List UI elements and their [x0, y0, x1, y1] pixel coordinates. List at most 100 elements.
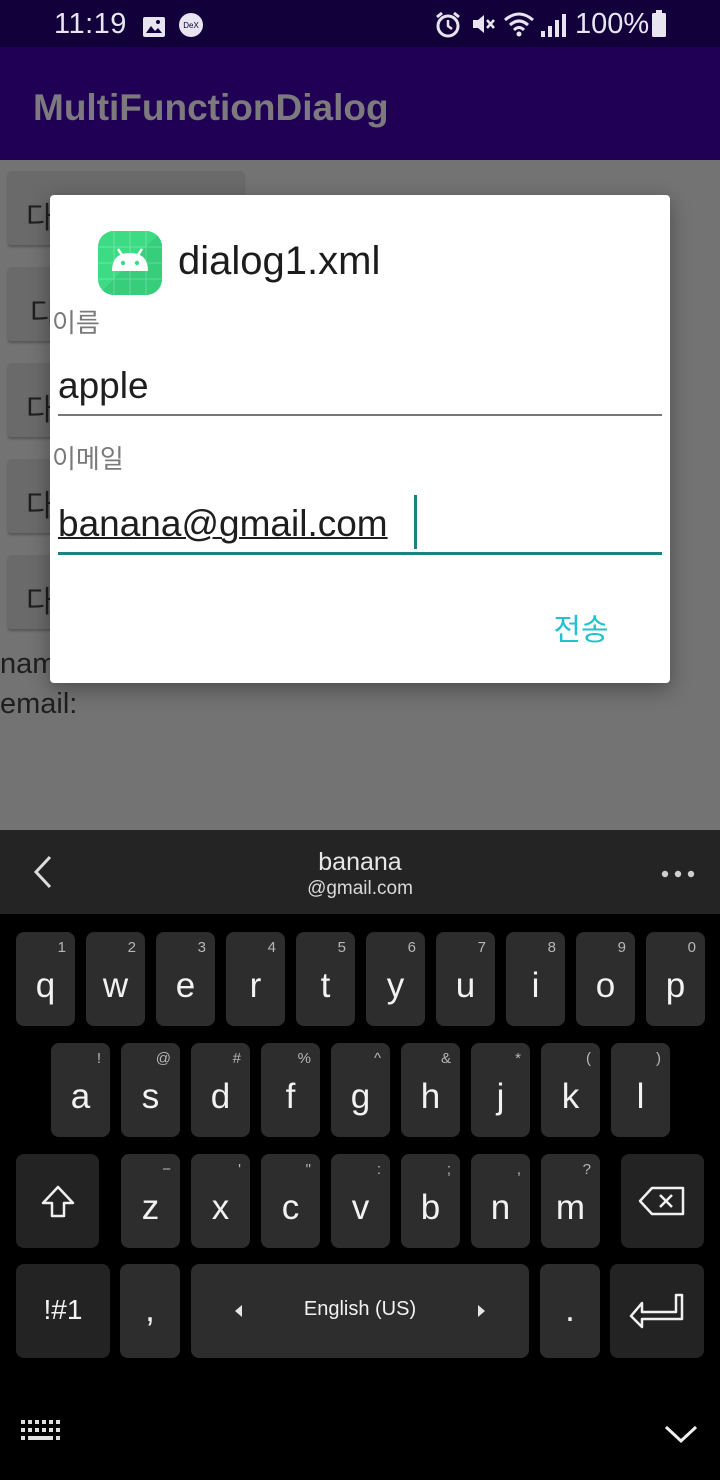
key-n[interactable]: ,n: [471, 1154, 530, 1248]
key-a-label: a: [70, 1077, 91, 1116]
key-c-label: c: [281, 1188, 300, 1227]
key-i[interactable]: 8i: [506, 932, 565, 1026]
gallery-icon: [142, 13, 166, 45]
key-m[interactable]: ? m: [541, 1154, 600, 1248]
key-h-label: h: [420, 1077, 441, 1116]
name-field[interactable]: apple: [58, 365, 149, 407]
suggestion-domain[interactable]: @gmail.com: [0, 878, 720, 900]
key-j[interactable]: * j: [471, 1043, 530, 1137]
key-m-hint: ?: [582, 1161, 591, 1178]
comma-key[interactable]: ,: [120, 1264, 180, 1358]
key-k-label: k: [561, 1077, 580, 1116]
symbols-key[interactable]: !#1: [16, 1264, 110, 1358]
svg-text:DeX: DeX: [183, 21, 199, 30]
key-n-hint: ,: [516, 1161, 521, 1178]
key-f-label: f: [285, 1077, 296, 1116]
more-icon[interactable]: [660, 866, 696, 884]
key-b[interactable]: ; b: [401, 1154, 460, 1248]
key-b-hint: ;: [446, 1161, 451, 1178]
mute-icon: [470, 11, 496, 44]
backspace-key[interactable]: [621, 1154, 704, 1248]
key-n-label: n: [490, 1188, 511, 1227]
key-p-hint: 0: [687, 939, 696, 956]
key-s[interactable]: @ s: [121, 1043, 180, 1137]
key-c[interactable]: " c: [261, 1154, 320, 1248]
key-w-label: w: [102, 966, 129, 1005]
key-h[interactable]: & h: [401, 1043, 460, 1137]
backspace-icon: [638, 1186, 686, 1221]
key-e[interactable]: 3e: [156, 932, 215, 1026]
key-j-hint: *: [515, 1050, 521, 1067]
key-x-label: x: [211, 1188, 230, 1227]
key-g-label: g: [350, 1077, 371, 1116]
input-dialog: dialog1.xml 이름 apple 이메일 banana@gmail.co…: [50, 195, 670, 683]
app-title: MultiFunctionDialog: [33, 87, 389, 128]
keyboard: 1q2w3e4r5t6y7u8i9o0p ! a @ s # d% f ^ g & h * j(k) l …: [0, 914, 720, 1480]
enter-icon: [628, 1292, 684, 1335]
key-i-label: i: [531, 966, 540, 1005]
key-p-label: p: [665, 966, 686, 1005]
key-y-hint: 6: [407, 939, 416, 956]
key-g[interactable]: ^ g: [331, 1043, 390, 1137]
key-o-hint: 9: [617, 939, 626, 956]
key-p[interactable]: 0p: [646, 932, 705, 1026]
key-l-hint: ): [656, 1050, 661, 1067]
email-field[interactable]: banana@gmail.com: [58, 503, 388, 545]
key-y[interactable]: 6y: [366, 932, 425, 1026]
key-r[interactable]: 4r: [226, 932, 285, 1026]
key-e-label: e: [175, 966, 196, 1005]
key-s-label: s: [141, 1077, 160, 1116]
key-q[interactable]: 1q: [16, 932, 75, 1026]
key-k[interactable]: (k: [541, 1043, 600, 1137]
signal-icon: [540, 12, 568, 44]
key-l-label: l: [636, 1077, 645, 1116]
dialog-title: dialog1.xml: [178, 239, 381, 283]
email-field-underline: [58, 552, 662, 555]
name-field-underline: [58, 414, 662, 416]
key-u-label: u: [455, 966, 476, 1005]
period-key-label: .: [565, 1290, 575, 1329]
key-d-hint: #: [232, 1050, 241, 1067]
keyboard-icon[interactable]: [20, 1418, 62, 1453]
key-o[interactable]: 9o: [576, 932, 635, 1026]
key-o-label: o: [595, 966, 616, 1005]
key-y-label: y: [386, 966, 405, 1005]
key-b-label: b: [420, 1188, 441, 1227]
key-z[interactable]: − z: [121, 1154, 180, 1248]
key-x-hint: ': [238, 1161, 241, 1178]
key-w-hint: 2: [127, 939, 136, 956]
battery-icon: [651, 10, 667, 45]
shift-key[interactable]: [16, 1154, 99, 1248]
space-key[interactable]: English (US): [191, 1264, 529, 1358]
key-v[interactable]: :v: [331, 1154, 390, 1248]
shift-icon: [40, 1184, 76, 1225]
status-time: 11:19: [54, 8, 127, 40]
name-label: 이름: [52, 308, 100, 338]
key-m-label: m: [555, 1188, 586, 1227]
key-q-hint: 1: [57, 939, 66, 956]
key-f[interactable]: % f: [261, 1043, 320, 1137]
keyboard-suggestion-bar: banana @gmail.com: [0, 830, 720, 914]
key-d[interactable]: # d: [191, 1043, 250, 1137]
space-right-arrow-icon: [477, 1304, 487, 1323]
email-label: 이메일: [52, 444, 124, 474]
collapse-icon[interactable]: [664, 1424, 698, 1449]
key-a[interactable]: ! a: [51, 1043, 110, 1137]
key-t[interactable]: 5t: [296, 932, 355, 1026]
key-u[interactable]: 7u: [436, 932, 495, 1026]
status-bar: 11:19 DeX 100%: [0, 0, 720, 47]
key-l[interactable]: ) l: [611, 1043, 670, 1137]
send-button[interactable]: 전송: [540, 607, 622, 655]
key-w[interactable]: 2w: [86, 932, 145, 1026]
enter-key[interactable]: [610, 1264, 704, 1358]
email-output-label: email:: [0, 688, 78, 720]
key-u-hint: 7: [477, 939, 486, 956]
key-t-label: t: [320, 966, 331, 1005]
period-key[interactable]: .: [540, 1264, 600, 1358]
key-f-hint: %: [297, 1050, 311, 1067]
key-x[interactable]: ' x: [191, 1154, 250, 1248]
key-r-label: r: [249, 966, 262, 1005]
key-k-hint: (: [586, 1050, 591, 1067]
key-c-hint: ": [305, 1161, 311, 1178]
suggestion-word[interactable]: banana: [0, 848, 720, 877]
